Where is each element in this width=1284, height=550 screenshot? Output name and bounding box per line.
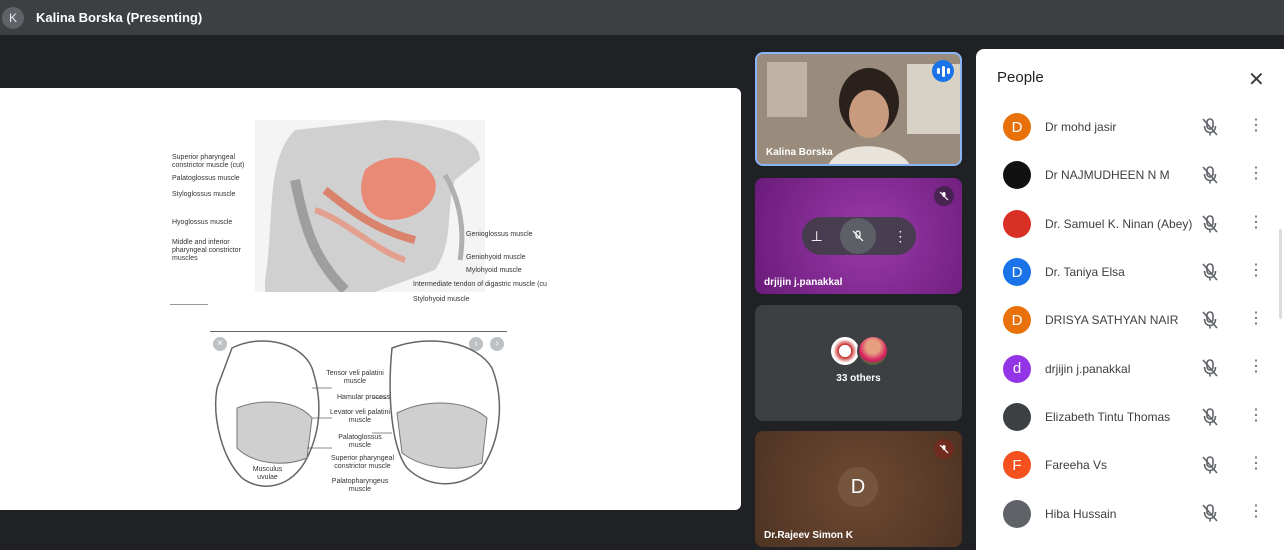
video-tile-others[interactable]: 33 others	[755, 305, 962, 421]
participant-row[interactable]: D DRISYA SATHYAN NAIR ⋮	[976, 296, 1276, 344]
label-hyoglossus: Hyoglossus muscle	[172, 219, 233, 226]
label-genioglossus: Genioglossus muscle	[466, 231, 533, 238]
label-superior-pharyngeal: Superior pharyngeal constrictor muscle (…	[172, 154, 245, 169]
avatar: D	[1003, 306, 1031, 335]
more-options-icon[interactable]: ⋮	[1248, 311, 1264, 327]
video-tile-drjijin[interactable]: ⊥ ⋮ drjijin j.panakkal	[755, 178, 962, 294]
mic-off-icon[interactable]	[1201, 214, 1219, 234]
participant-avatar	[828, 335, 861, 367]
participant-row[interactable]: Dr NAJMUDHEEN N M ⋮	[976, 151, 1276, 199]
participant-row[interactable]: D Dr mohd jasir ⋮	[976, 103, 1276, 151]
video-tile-rajeev[interactable]: D Dr.Rajeev Simon K	[755, 431, 962, 547]
participant-name: drjijin j.panakkal	[1045, 361, 1131, 376]
avatar: F	[1003, 451, 1031, 480]
participant-name: DRISYA SATHYAN NAIR	[1045, 313, 1179, 328]
more-options-icon[interactable]: ⋮	[1248, 407, 1264, 424]
participant-row[interactable]: Elizabeth Tintu Thomas ⋮	[976, 393, 1276, 441]
tile-name: drjijin j.panakkal	[764, 277, 843, 288]
more-options-icon[interactable]: ⋮	[1248, 118, 1264, 134]
speaking-indicator-icon	[932, 60, 954, 82]
mic-off-icon	[934, 186, 954, 206]
scrollbar[interactable]	[1279, 229, 1282, 319]
more-options-icon[interactable]: ⋮	[1248, 359, 1264, 375]
anatomy-illustration-top	[255, 120, 485, 292]
more-options-icon[interactable]: ⋮	[1248, 456, 1264, 472]
participant-name: Dr. Samuel K. Ninan (Abey)	[1045, 216, 1193, 231]
label-palatoglossus: Palatoglossus muscle	[172, 175, 240, 182]
participant-row[interactable]: F Fareeha Vs ⋮	[976, 441, 1276, 489]
tile-hover-controls: ⊥ ⋮	[802, 217, 916, 255]
label-hamular: Hamular process	[337, 394, 390, 401]
participant-row[interactable]: D Dr. Taniya Elsa ⋮	[976, 248, 1276, 296]
people-panel: People ✕ D Dr mohd jasir ⋮ Dr NAJMUDHEEN N …	[976, 49, 1284, 550]
tile-name: Kalina Borska	[766, 147, 833, 158]
others-count: 33 others	[836, 373, 881, 384]
more-options-icon[interactable]: ⋮	[1248, 504, 1264, 520]
mic-off-icon[interactable]	[1201, 117, 1219, 137]
mic-off-icon[interactable]	[1201, 455, 1219, 475]
pin-icon[interactable]: ⊥	[811, 228, 823, 245]
tile-name: Dr.Rajeev Simon K	[764, 530, 853, 541]
avatar: D	[1003, 113, 1031, 142]
avatar	[1003, 161, 1031, 190]
label-stylohyoid: Stylohyoid muscle	[413, 296, 470, 303]
label-styloglossus: Styloglossus muscle	[172, 191, 236, 198]
participant-row[interactable]: Dr. Samuel K. Ninan (Abey) ⋮	[976, 200, 1276, 248]
label-musculus-uvulae: Musculus uvulae	[252, 466, 283, 481]
avatar: D	[838, 467, 878, 507]
label-superior-pharyngeal-2: Superior pharyngeal constrictor muscle	[330, 455, 395, 470]
mic-off-icon[interactable]	[1201, 262, 1219, 282]
participant-avatar	[856, 335, 889, 367]
label-palatopharyngeus: Palatopharyngeus muscle	[331, 478, 389, 493]
participant-name: Fareeha Vs	[1045, 458, 1108, 473]
mute-participant-icon[interactable]	[840, 218, 877, 254]
top-bar: K Kalina Borska (Presenting)	[0, 0, 1284, 35]
avatar: D	[1003, 258, 1031, 287]
more-options-icon[interactable]: ⋮	[1248, 262, 1264, 279]
participant-name: Dr mohd jasir	[1045, 120, 1117, 135]
participant-name: Dr. Taniya Elsa	[1045, 265, 1125, 280]
mic-off-icon	[934, 439, 954, 459]
presenter-avatar: K	[2, 6, 24, 29]
more-options-icon[interactable]: ⋮	[1248, 214, 1264, 231]
mic-off-icon[interactable]	[1201, 310, 1219, 330]
participant-list: D Dr mohd jasir ⋮ Dr NAJMUDHEEN N M ⋮ Dr. Sam…	[976, 103, 1276, 538]
participant-row[interactable]: Hiba Hussain ⋮	[976, 489, 1276, 537]
label-tensor-veli: Tensor veli palatini muscle	[326, 370, 384, 385]
avatar	[1003, 499, 1031, 528]
avatar	[1003, 209, 1031, 238]
video-tile-kalina[interactable]: Kalina Borska	[755, 52, 962, 166]
avatar	[1003, 402, 1031, 431]
participant-name: Elizabeth Tintu Thomas	[1045, 409, 1171, 424]
mic-off-icon[interactable]	[1201, 358, 1219, 378]
label-levator-veli: Levator veli palatini muscle	[330, 409, 390, 424]
more-options-icon[interactable]: ⋮	[893, 228, 907, 245]
label-middle-inferior: Middle and inferior pharyngeal constrict…	[172, 239, 241, 262]
panel-title: People	[997, 69, 1044, 86]
participant-name: Dr NAJMUDHEEN N M	[1045, 168, 1170, 183]
presenting-title: Kalina Borska (Presenting)	[36, 10, 203, 25]
label-mylohyoid: Mylohyoid muscle	[466, 267, 522, 274]
divider	[170, 304, 208, 305]
label-digastric: Intermediate tendon of digastric muscle …	[413, 281, 547, 288]
label-geniohyoid: Geniohyoid muscle	[466, 254, 526, 261]
mic-off-icon[interactable]	[1201, 503, 1219, 523]
participant-row[interactable]: d drjijin j.panakkal ⋮	[976, 344, 1276, 392]
mic-off-icon[interactable]	[1201, 407, 1219, 427]
more-options-icon[interactable]: ⋮	[1248, 166, 1264, 182]
participant-name: Hiba Hussain	[1045, 506, 1117, 521]
label-palatoglossus-2: Palatoglossus muscle	[338, 434, 382, 449]
avatar: d	[1003, 354, 1031, 383]
mic-off-icon[interactable]	[1201, 165, 1219, 185]
shared-screen-slide: Superior pharyngeal constrictor muscle (…	[0, 88, 741, 510]
divider	[210, 331, 507, 332]
close-icon[interactable]: ✕	[1248, 67, 1265, 92]
